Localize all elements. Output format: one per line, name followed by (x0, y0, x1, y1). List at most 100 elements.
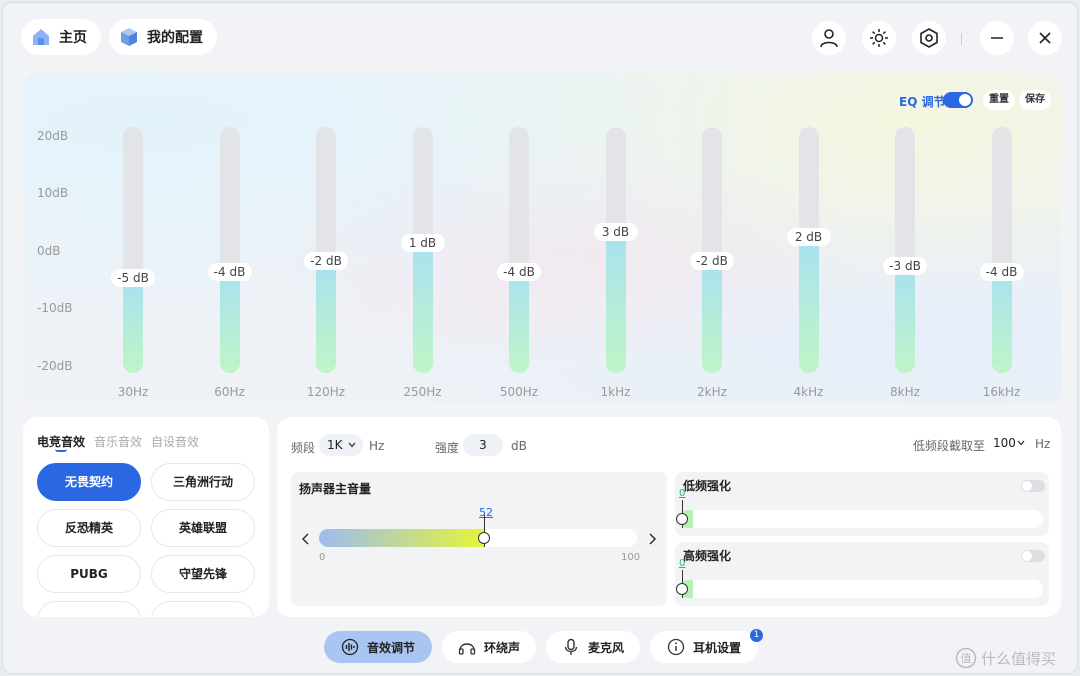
eq-toggle[interactable] (943, 92, 973, 108)
eq-band-frequency: 500Hz (499, 385, 539, 399)
eq-band-value[interactable]: 3 dB (593, 222, 638, 241)
master-volume-min: 0 (319, 552, 326, 563)
nav-headset-settings[interactable]: 耳机设置 (650, 631, 758, 663)
eq-band-slider[interactable]: 2 dB (786, 127, 831, 373)
eq-band-value[interactable]: -4 dB (979, 263, 1024, 282)
microphone-icon (564, 638, 578, 655)
eq-band-value[interactable]: -4 dB (497, 263, 541, 282)
watermark-logo-icon: 值 (955, 647, 977, 669)
master-volume-fill (319, 529, 485, 547)
eq-band-frequency: 4kHz (793, 385, 824, 399)
brightness-button[interactable] (862, 21, 896, 55)
eq-band-slider[interactable]: -5 dB (111, 127, 155, 373)
eq-band-slider[interactable]: -4 dB (979, 127, 1024, 373)
eq-band-value[interactable]: 2 dB (786, 228, 831, 247)
treble-boost-knob[interactable] (676, 583, 688, 595)
master-volume-knob[interactable] (478, 532, 491, 544)
tab-music-sound[interactable]: 音乐音效 (94, 433, 142, 450)
tab-esports-sound[interactable]: 电竞音效 (37, 433, 85, 450)
eq-band-value[interactable]: 1 dB (400, 234, 445, 253)
settings-panel: 频段 1K Hz 强度 3 dB 低频段截取至 100 Hz 扬声器主音量 52 (277, 417, 1061, 617)
header-separator (961, 33, 962, 45)
master-volume-title: 扬声器主音量 (299, 482, 372, 496)
eq-band-slider[interactable]: -3 dB (883, 127, 927, 373)
bass-boost-knob[interactable] (676, 513, 688, 525)
home-tab[interactable]: 主页 (21, 19, 101, 55)
preset-cs[interactable]: 反恐精英 (37, 509, 141, 547)
treble-boost-track[interactable] (676, 570, 1043, 598)
eq-band-fill (316, 260, 336, 373)
eq-band-slider[interactable]: 1 dB (400, 127, 445, 373)
eq-band-frequency: 30Hz (117, 385, 149, 399)
lowcut-label: 低频段截取至 (913, 439, 986, 453)
eq-band-value[interactable]: -4 dB (207, 263, 252, 282)
band-select[interactable]: 1K (319, 434, 363, 456)
info-icon (667, 638, 685, 656)
band-label: 频段 (291, 441, 316, 455)
eq-band-frequency: 250Hz (403, 385, 442, 399)
eq-band-fill (123, 278, 143, 373)
eq-band-fill (702, 260, 722, 373)
eq-band-slider[interactable]: -4 dB (207, 127, 252, 373)
eq-band-fill (895, 266, 915, 373)
eq-band-value[interactable]: -2 dB (690, 251, 734, 270)
chevron-left-icon[interactable] (301, 533, 311, 545)
my-config-tab[interactable]: 我的配置 (109, 19, 217, 55)
sun-icon (870, 29, 888, 47)
chevron-right-icon[interactable] (647, 533, 657, 545)
preset-next-2[interactable] (151, 601, 255, 617)
eq-band-fill (412, 243, 433, 373)
nav-microphone[interactable]: 麦克风 (546, 631, 640, 663)
preset-valorant[interactable]: 无畏契约 (37, 463, 141, 501)
eq-band-slider[interactable]: -4 dB (497, 127, 541, 373)
eq-band-slider[interactable]: -2 dB (304, 127, 348, 373)
treble-boost-title: 高频强化 (683, 549, 732, 563)
bass-boost-title: 低频强化 (683, 479, 732, 493)
eq-band-frequency: 8kHz (890, 385, 920, 399)
save-button[interactable]: 保存 (1019, 90, 1051, 110)
preset-lol[interactable]: 英雄联盟 (151, 509, 255, 547)
master-volume-track[interactable] (319, 515, 637, 547)
y-axis-label: -10dB (37, 301, 73, 315)
strength-input[interactable]: 3 (463, 434, 503, 456)
lowcut-select[interactable]: 100 (985, 432, 1029, 454)
tab-custom-sound[interactable]: 自设音效 (151, 433, 199, 450)
eq-band-value[interactable]: -5 dB (111, 269, 155, 287)
y-axis-label: 20dB (37, 129, 69, 143)
config-label: 我的配置 (147, 30, 203, 46)
nav-surround[interactable]: 环绕声 (442, 631, 536, 663)
eq-band-fill (991, 272, 1012, 373)
treble-boost-value: 0 (679, 558, 686, 569)
sound-wave-icon (341, 638, 359, 656)
bass-boost-track[interactable] (676, 500, 1043, 528)
minimize-button[interactable] (980, 21, 1014, 55)
close-button[interactable] (1028, 21, 1062, 55)
strength-unit: dB (511, 439, 527, 453)
master-volume-card: 扬声器主音量 52 0 100 (291, 472, 667, 606)
settings-button[interactable] (912, 21, 946, 55)
y-axis-label: 10dB (37, 186, 69, 200)
eq-band-slider[interactable]: -2 dB (690, 127, 734, 373)
preset-pubg[interactable]: PUBG (37, 555, 141, 593)
eq-band-frequency: 2kHz (697, 385, 727, 399)
eq-band-value[interactable]: -2 dB (304, 251, 348, 270)
chevron-down-icon (348, 442, 356, 448)
treble-boost-toggle[interactable] (1021, 550, 1045, 562)
band-unit: Hz (369, 439, 385, 453)
preset-panel: 电竞音效 音乐音效 自设音效 无畏契约 三角洲行动 反恐精英 英雄联盟 PUBG… (23, 417, 269, 617)
preset-delta-force[interactable]: 三角洲行动 (151, 463, 255, 501)
bass-boost-toggle[interactable] (1021, 480, 1045, 492)
tab-underline (55, 449, 67, 452)
preset-next[interactable] (37, 601, 141, 617)
account-button[interactable] (812, 21, 846, 55)
eq-band-slider[interactable]: 3 dB (593, 127, 638, 373)
watermark: 值 什么值得买 (955, 647, 1056, 669)
nav-sound-effects[interactable]: 音效调节 (324, 631, 432, 663)
reset-button[interactable]: 重置 (983, 90, 1015, 110)
master-volume-max: 100 (621, 552, 641, 563)
y-axis-label: -20dB (37, 359, 73, 373)
eq-panel: EQ 调节 重置 保存 20dB 10dB 0dB -10dB -20dB -5 dB 3… (23, 73, 1061, 403)
eq-band-value[interactable]: -3 dB (883, 257, 927, 276)
cube-icon (121, 28, 137, 46)
preset-overwatch[interactable]: 守望先锋 (151, 555, 255, 593)
